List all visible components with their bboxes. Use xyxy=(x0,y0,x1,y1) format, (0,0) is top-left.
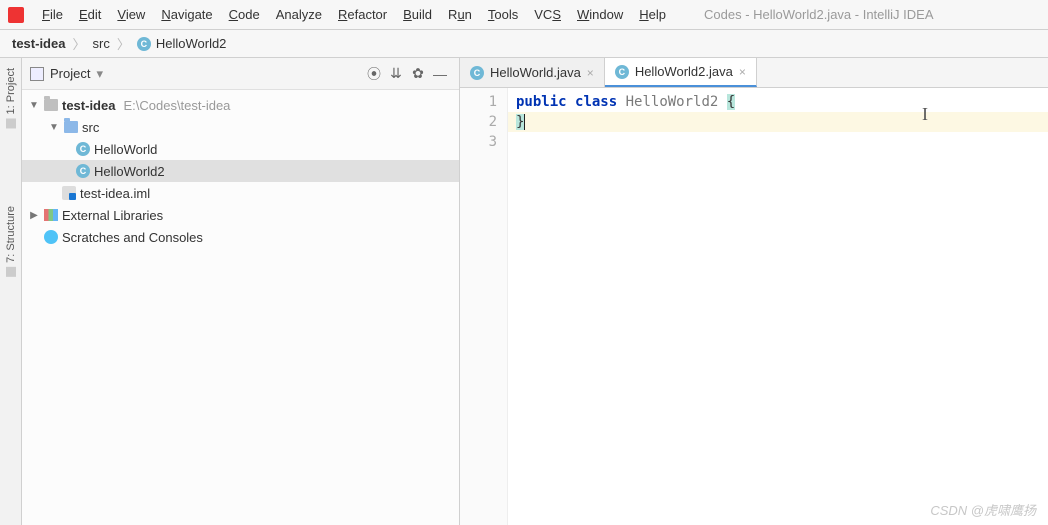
app-icon xyxy=(8,7,24,23)
menu-build[interactable]: Build xyxy=(395,7,440,22)
breadcrumb[interactable]: test-idea 〉 src 〉 C HelloWorld2 xyxy=(8,34,230,53)
iml-file-icon xyxy=(62,186,76,200)
hide-icon[interactable]: — xyxy=(429,63,451,85)
editor-area: C HelloWorld.java × C HelloWorld2.java ×… xyxy=(460,58,1048,525)
folder-icon xyxy=(64,121,78,133)
tree-class-helloworld2[interactable]: C HelloWorld2 xyxy=(22,160,459,182)
line-gutter: 1 2 3 xyxy=(460,88,508,525)
scratches-icon xyxy=(44,230,58,244)
tree-project-root[interactable]: ▼ test-idea E:\Codes\test-idea xyxy=(22,94,459,116)
menu-file[interactable]: File xyxy=(34,7,71,22)
breadcrumb-src[interactable]: src xyxy=(92,36,109,51)
sidebar-header: Project ▾ ⦿ ⇊ ✿ — xyxy=(22,58,459,90)
collapse-all-icon[interactable]: ⇊ xyxy=(385,63,407,85)
close-icon[interactable]: × xyxy=(739,65,746,79)
left-tool-tabs: 1: Project 7: Structure xyxy=(0,58,22,525)
code-content[interactable]: public class HelloWorld2 { } I xyxy=(508,88,1048,525)
line-number: 3 xyxy=(460,132,497,152)
java-class-icon: C xyxy=(76,142,90,156)
chevron-right-icon: 〉 xyxy=(72,34,85,53)
menu-window[interactable]: Window xyxy=(569,7,631,22)
expand-icon[interactable]: ▼ xyxy=(48,122,60,133)
structure-tool-icon xyxy=(6,267,16,277)
menu-vcs[interactable]: VCS xyxy=(526,7,569,22)
line-number: 1 xyxy=(460,92,497,112)
text-caret xyxy=(524,114,525,130)
java-class-icon: C xyxy=(470,66,484,80)
menu-navigate[interactable]: Navigate xyxy=(153,7,220,22)
menu-view[interactable]: View xyxy=(109,7,153,22)
breadcrumb-root[interactable]: test-idea xyxy=(12,36,65,51)
tree-label: HelloWorld xyxy=(94,142,157,157)
libraries-icon xyxy=(44,209,58,221)
tool-tab-structure[interactable]: 7: Structure xyxy=(3,202,19,281)
java-class-icon: C xyxy=(137,37,151,51)
menu-refactor[interactable]: Refactor xyxy=(330,7,395,22)
select-opened-file-icon[interactable]: ⦿ xyxy=(363,63,385,85)
expand-icon[interactable]: ▼ xyxy=(28,100,40,111)
tree-class-helloworld[interactable]: C HelloWorld xyxy=(22,138,459,160)
watermark: CSDN @虎啸鹰扬 xyxy=(930,500,1036,519)
gear-icon[interactable]: ✿ xyxy=(407,63,429,85)
module-icon xyxy=(44,99,58,111)
tree-label: test-idea.iml xyxy=(80,186,150,201)
editor-tabs: C HelloWorld.java × C HelloWorld2.java × xyxy=(460,58,1048,88)
java-class-icon: C xyxy=(615,65,629,79)
window-title: Codes - HelloWorld2.java - IntelliJ IDEA xyxy=(704,7,934,22)
java-class-icon: C xyxy=(76,164,90,178)
chevron-right-icon: 〉 xyxy=(117,34,130,53)
project-tool-icon xyxy=(6,118,16,128)
tree-iml-file[interactable]: test-idea.iml xyxy=(22,182,459,204)
main-area: 1: Project 7: Structure Project ▾ ⦿ ⇊ ✿ … xyxy=(0,58,1048,525)
tree-path: E:\Codes\test-idea xyxy=(123,98,230,113)
tab-helloworld2[interactable]: C HelloWorld2.java × xyxy=(605,58,757,87)
tool-tab-project[interactable]: 1: Project xyxy=(3,64,19,132)
nav-bar: test-idea 〉 src 〉 C HelloWorld2 xyxy=(0,30,1048,58)
code-editor[interactable]: 1 2 3 public class HelloWorld2 { } I xyxy=(460,88,1048,525)
tree-label: Scratches and Consoles xyxy=(62,230,203,245)
menu-analyze[interactable]: Analyze xyxy=(268,7,330,22)
close-icon[interactable]: × xyxy=(587,66,594,80)
tab-helloworld[interactable]: C HelloWorld.java × xyxy=(460,58,605,87)
sidebar-title[interactable]: Project ▾ xyxy=(30,66,103,82)
tree-src-folder[interactable]: ▼ src xyxy=(22,116,459,138)
tree-label: External Libraries xyxy=(62,208,163,223)
menu-run[interactable]: Run xyxy=(440,7,480,22)
menu-bar: File Edit View Navigate Code Analyze Ref… xyxy=(0,0,1048,30)
tree-label: HelloWorld2 xyxy=(94,164,165,179)
tab-label: HelloWorld.java xyxy=(490,65,581,80)
expand-icon[interactable]: ▶ xyxy=(28,210,40,221)
project-sidebar: Project ▾ ⦿ ⇊ ✿ — ▼ test-idea E:\Codes\t… xyxy=(22,58,460,525)
menu-tools[interactable]: Tools xyxy=(480,7,526,22)
line-number: 2 xyxy=(460,112,497,132)
menu-edit[interactable]: Edit xyxy=(71,7,109,22)
project-tree: ▼ test-idea E:\Codes\test-idea ▼ src C H… xyxy=(22,90,459,252)
menu-code[interactable]: Code xyxy=(221,7,268,22)
breadcrumb-leaf[interactable]: HelloWorld2 xyxy=(156,36,227,51)
tree-scratches[interactable]: Scratches and Consoles xyxy=(22,226,459,248)
tab-label: HelloWorld2.java xyxy=(635,64,733,79)
menu-help[interactable]: Help xyxy=(631,7,674,22)
text-cursor-icon: I xyxy=(922,104,928,125)
project-view-icon xyxy=(30,67,44,81)
dropdown-icon: ▾ xyxy=(96,66,103,82)
tree-label: test-idea xyxy=(62,98,115,113)
tree-label: src xyxy=(82,120,99,135)
tree-external-libraries[interactable]: ▶ External Libraries xyxy=(22,204,459,226)
